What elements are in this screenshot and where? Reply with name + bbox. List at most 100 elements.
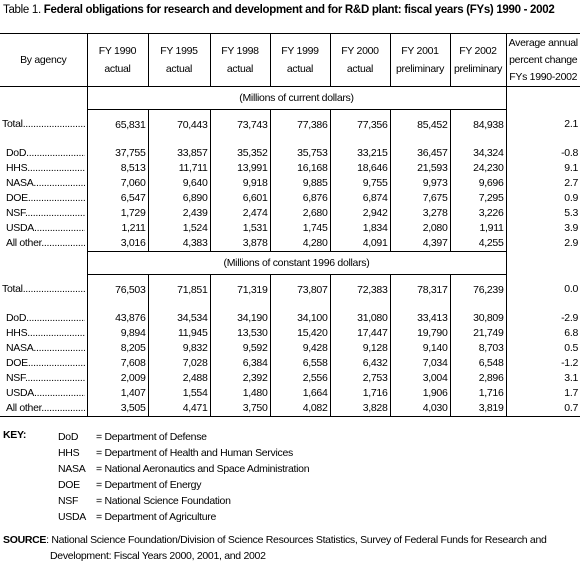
header-fy-2001: FY 2001 preliminary: [389, 33, 450, 87]
value-cell: 77,356: [330, 109, 391, 140]
header-fy-2000: FY 2000 actual: [329, 33, 390, 87]
percent-change-cell: 1.7: [564, 387, 578, 399]
value-cell: 8,205: [87, 341, 149, 356]
value-cell: 24,230: [450, 161, 507, 176]
value-cell: 71,319: [210, 274, 271, 305]
key-abbr: DOE: [58, 479, 80, 491]
value-cell: 21,593: [390, 161, 451, 176]
value-cell: 34,100: [270, 311, 331, 326]
value-cell: 17,447: [330, 326, 391, 341]
value-cell: 9,696: [450, 176, 507, 191]
agency-name: USDA: [6, 387, 34, 399]
value-cell: 6,384: [210, 356, 271, 371]
value-cell: 36,457: [390, 146, 451, 161]
table-row: NASA....................................…: [0, 341, 580, 356]
header-fy-1995: FY 1995 actual: [147, 33, 210, 87]
row-label-text: NSF.....................................…: [6, 206, 85, 221]
key-meaning: = Department of Health and Human Service…: [96, 447, 293, 459]
key-abbr: DoD: [58, 431, 79, 443]
leader-dots: ........................................…: [27, 357, 85, 369]
value-cell: 71,851: [148, 274, 211, 305]
agency-name: HHS: [6, 327, 28, 339]
value-cell: 33,413: [390, 311, 451, 326]
value-cell: 1,745: [270, 221, 331, 236]
header-fy-1998: FY 1998 actual: [209, 33, 270, 87]
row-label: All other...............................…: [0, 236, 88, 252]
agency-name: HHS: [6, 162, 28, 174]
value-cell: 1,554: [148, 386, 211, 401]
header-fy-2002: FY 2002 preliminary: [449, 33, 506, 87]
leader-dots: ........................................…: [27, 162, 84, 174]
agency-name: DoD: [6, 147, 27, 159]
value-cell: 4,255: [450, 236, 507, 252]
table-title: Table 1. Federal obligations for researc…: [3, 4, 555, 16]
value-cell: 3,750: [210, 401, 271, 417]
key-meaning: = National Science Foundation: [96, 495, 231, 507]
value-cell: 6,874: [330, 191, 391, 206]
value-cell: 8,703: [450, 341, 507, 356]
unit-row: (Millions of current dollars): [0, 86, 580, 110]
header-year: FY 1999: [281, 45, 319, 57]
value-cell: 13,991: [210, 161, 271, 176]
value-cell: 73,807: [270, 274, 331, 305]
key-entry: DoD = Department of Defense: [58, 429, 207, 445]
header-status: preliminary: [395, 63, 445, 75]
percent-change-cell: 5.3: [564, 207, 578, 219]
agency-name: NSF: [6, 372, 25, 384]
value-cell: 2,753: [330, 371, 391, 386]
header-agency: By agency: [0, 33, 87, 87]
header-row: By agency FY 1990 actual FY 1995 actual FY…: [0, 33, 580, 87]
header-avg-line: percent change: [509, 53, 578, 66]
agency-name: All other: [6, 402, 42, 414]
value-cell: 72,383: [330, 274, 391, 305]
value-cell: 6,601: [210, 191, 271, 206]
value-cell: 84,938: [450, 109, 507, 140]
row-label-text: NASA....................................…: [6, 176, 85, 191]
unit-label: (Millions of constant 1996 dollars): [87, 251, 507, 275]
value-cell: 1,524: [148, 221, 211, 236]
unit-label: (Millions of current dollars): [87, 86, 507, 110]
value-cell: 4,397: [390, 236, 451, 252]
leader-dots: ........................................…: [33, 387, 85, 399]
row-label-text: Total...................................…: [2, 117, 85, 132]
value-cell: 11,711: [148, 161, 211, 176]
leader-dots: ........................................…: [22, 283, 85, 296]
value-cell: 6,876: [270, 191, 331, 206]
value-cell: 9,592: [210, 341, 271, 356]
value-cell: 3,278: [390, 206, 451, 221]
agency-name: Total: [2, 283, 23, 296]
leader-dots: ........................................…: [33, 342, 85, 354]
agency-name: DOE: [6, 192, 28, 204]
table-row: Total...................................…: [0, 109, 580, 140]
key-abbr: HHS: [58, 447, 80, 459]
table-row: All other...............................…: [0, 236, 580, 252]
value-cell: 21,749: [450, 326, 507, 341]
agency-name: All other: [6, 237, 42, 250]
value-cell: 6,890: [148, 191, 211, 206]
value-cell: 16,168: [270, 161, 331, 176]
value-cell: 7,675: [390, 191, 451, 206]
agency-name: NASA: [6, 177, 34, 189]
value-cell: 1,906: [390, 386, 451, 401]
table-row: DoD.....................................…: [0, 146, 580, 161]
row-label-text: DOE.....................................…: [6, 356, 85, 371]
agency-name: DoD: [6, 312, 27, 324]
value-cell: 3,505: [87, 401, 149, 417]
value-cell: 9,832: [148, 341, 211, 356]
row-label: DoD.....................................…: [0, 311, 88, 326]
value-cell: 7,028: [148, 356, 211, 371]
leader-dots: ........................................…: [22, 118, 85, 131]
agency-name: NASA: [6, 342, 34, 354]
agency-name: DOE: [6, 357, 28, 369]
key-abbr: USDA: [58, 511, 86, 523]
value-cell: 33,857: [148, 146, 211, 161]
table-row: DOE.....................................…: [0, 356, 580, 371]
row-label: Total...................................…: [0, 109, 88, 140]
value-cell: 43,876: [87, 311, 149, 326]
header-year: FY 2000: [341, 45, 379, 57]
table-row: HHS.....................................…: [0, 161, 580, 176]
row-label-text: DoD.....................................…: [6, 311, 85, 326]
key-entry: HHS = Department of Health and Human Serv…: [58, 445, 293, 461]
table-number: Table 1.: [3, 4, 41, 16]
table-row: DoD.....................................…: [0, 311, 580, 326]
